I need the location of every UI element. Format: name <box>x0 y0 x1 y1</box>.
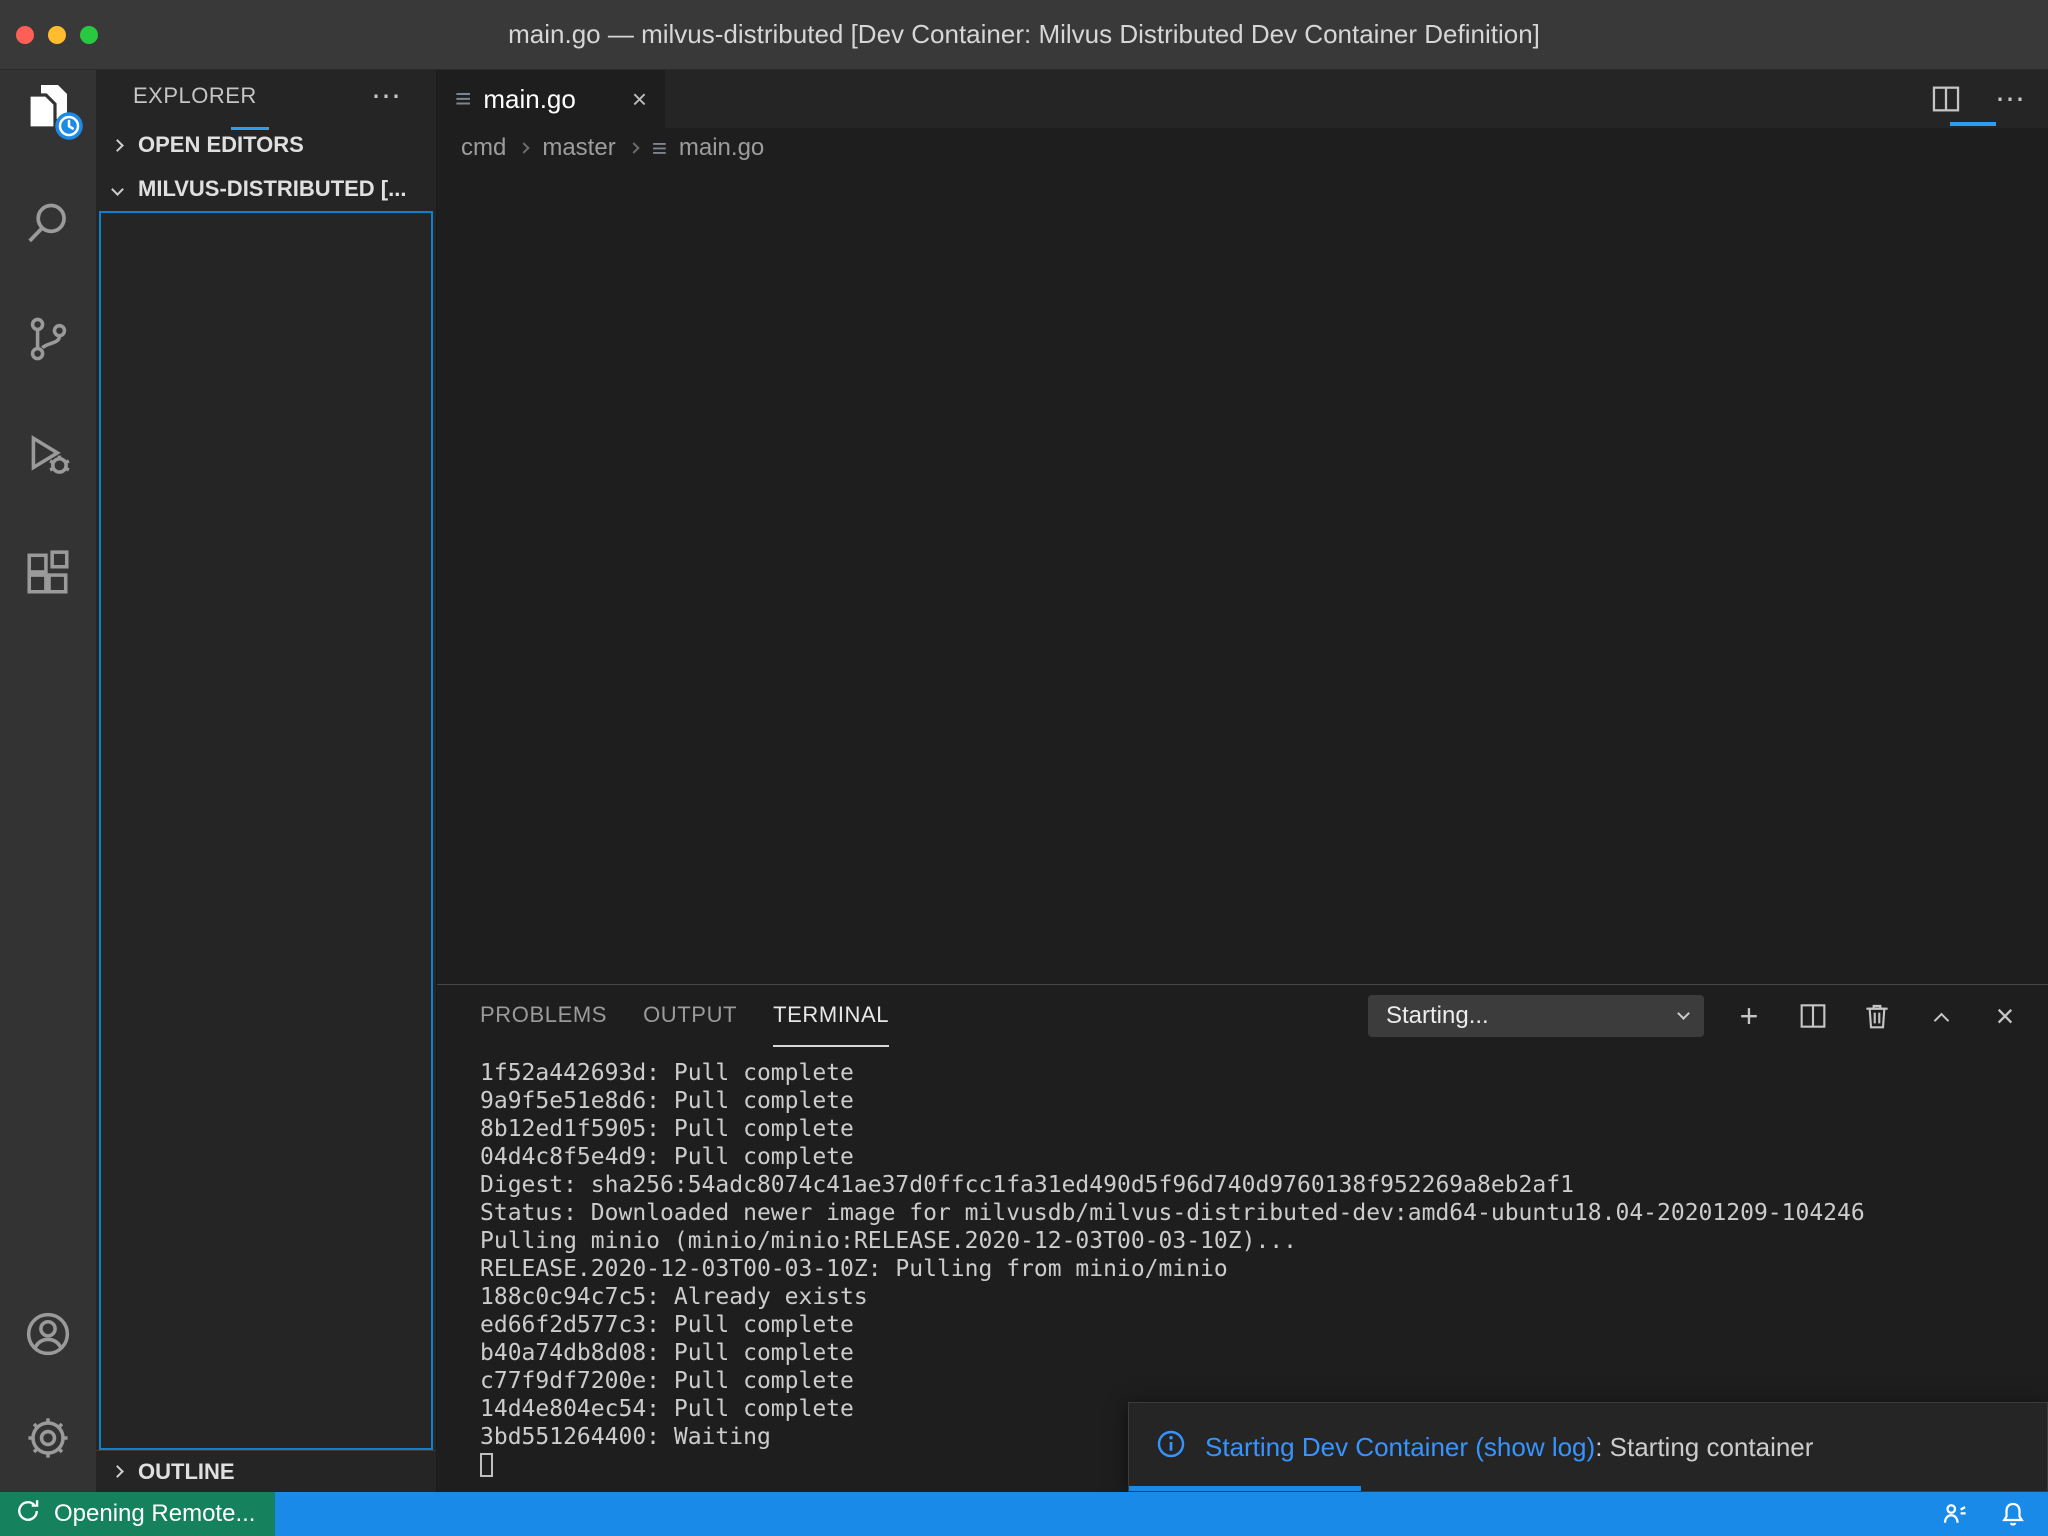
tab-terminal[interactable]: TERMINAL <box>773 985 889 1047</box>
notification-progress-bar <box>1129 1486 1361 1491</box>
notification-message: : Starting container <box>1595 1432 1813 1462</box>
minimize-window-button[interactable] <box>48 26 66 44</box>
tab-output[interactable]: OUTPUT <box>643 985 737 1047</box>
terminal-session-value: Starting... <box>1386 1002 1489 1030</box>
terminal-line: Digest: sha256:54adc8074c41ae37d0ffcc1fa… <box>480 1171 2048 1199</box>
sync-spinner-icon <box>14 1497 42 1532</box>
outline-label: OUTLINE <box>138 1459 235 1485</box>
close-panel-icon[interactable]: × <box>1986 997 2024 1035</box>
traffic-lights <box>16 0 98 69</box>
workspace-label: MILVUS-DISTRIBUTED [... <box>138 176 406 202</box>
go-file-icon: ≡ <box>652 133 667 164</box>
chevron-right-icon <box>111 1465 124 1478</box>
window-title: main.go — milvus-distributed [Dev Contai… <box>508 19 1540 50</box>
run-debug-icon <box>23 431 73 481</box>
terminal-line: b40a74db8d08: Pull complete <box>480 1339 2048 1367</box>
terminal-line: Pulling minio (minio/minio:RELEASE.2020-… <box>480 1227 2048 1255</box>
breadcrumb: cmd master ≡ main.go <box>437 128 2048 168</box>
gear-icon <box>23 1413 73 1463</box>
open-editors-label: OPEN EDITORS <box>138 132 304 158</box>
tab-main-go[interactable]: ≡ main.go × <box>437 70 665 128</box>
file-tree-area[interactable] <box>99 211 433 1450</box>
editor-more-actions-icon[interactable]: ⋯ <box>1990 79 2030 119</box>
clock-badge-icon <box>54 111 84 141</box>
panel-actions: Starting... + <box>1368 995 2024 1037</box>
notification-toast: Starting Dev Container (show log): Start… <box>1128 1402 2048 1492</box>
remote-label: Opening Remote... <box>54 1500 255 1528</box>
remote-indicator[interactable]: Opening Remote... <box>0 1492 275 1536</box>
terminal-line: 188c0c94c7c5: Already exists <box>480 1283 2048 1311</box>
explorer-more-actions-button[interactable]: ⋯ <box>366 76 406 116</box>
zoom-window-button[interactable] <box>80 26 98 44</box>
workspace-section-header[interactable]: MILVUS-DISTRIBUTED [... <box>96 168 436 210</box>
panel-header: PROBLEMS OUTPUT TERMINAL Starting... + <box>437 985 2048 1047</box>
tab-problems[interactable]: PROBLEMS <box>480 985 607 1047</box>
split-editor-icon[interactable] <box>1926 79 1966 119</box>
terminal-line: 1f52a442693d: Pull complete <box>480 1059 2048 1087</box>
editor-actions-active-indicator <box>1950 122 1996 126</box>
chevron-right-icon <box>111 139 124 152</box>
terminal-line: ed66f2d577c3: Pull complete <box>480 1311 2048 1339</box>
notification-show-log-link[interactable]: Starting Dev Container (show log) <box>1205 1432 1595 1462</box>
activity-source-control-button[interactable] <box>0 308 96 370</box>
status-bar-right <box>1940 1499 2048 1529</box>
editor-tab-bar: ≡ main.go × ⋯ <box>437 70 2048 128</box>
source-control-branch-icon <box>23 314 73 364</box>
split-terminal-icon[interactable] <box>1794 997 1832 1035</box>
terminal-line: Status: Downloaded newer image for milvu… <box>480 1199 2048 1227</box>
notifications-bell-icon[interactable] <box>1998 1499 2028 1529</box>
activity-bar <box>0 70 96 1492</box>
terminal-session-select[interactable]: Starting... <box>1368 995 1704 1037</box>
explorer-sidebar: EXPLORER ⋯ OPEN EDITORS MILVUS-DISTRIBUT… <box>96 70 437 1492</box>
editor-content[interactable] <box>437 168 2048 984</box>
feedback-person-icon[interactable] <box>1940 1499 1970 1529</box>
terminal-line: c77f9df7200e: Pull complete <box>480 1367 2048 1395</box>
chevron-up-icon <box>1933 1012 1949 1028</box>
editor-actions: ⋯ <box>1926 70 2030 128</box>
search-icon <box>23 198 73 248</box>
breadcrumb-item-main-go[interactable]: main.go <box>679 134 764 162</box>
breadcrumb-item-master[interactable]: master <box>542 134 615 162</box>
chevron-down-icon <box>111 183 124 196</box>
activity-search-button[interactable] <box>0 192 96 254</box>
terminal-cursor <box>480 1453 493 1477</box>
activity-explorer-button[interactable] <box>0 75 96 137</box>
activity-extensions-button[interactable] <box>0 542 96 604</box>
status-bar: Opening Remote... <box>0 1492 2048 1536</box>
terminal-line: RELEASE.2020-12-03T00-03-10Z: Pulling fr… <box>480 1255 2048 1283</box>
activity-accounts-button[interactable] <box>0 1303 96 1365</box>
activity-run-debug-button[interactable] <box>0 425 96 487</box>
extensions-icon <box>23 548 73 598</box>
chevron-down-icon <box>1677 1007 1690 1020</box>
outline-section-header[interactable]: OUTLINE <box>96 1450 436 1492</box>
tab-close-icon[interactable]: × <box>632 86 647 112</box>
vscode-window: main.go — milvus-distributed [Dev Contai… <box>0 0 2048 1536</box>
terminal-line: 9a9f5e51e8d6: Pull complete <box>480 1087 2048 1115</box>
info-icon <box>1155 1428 1187 1467</box>
go-file-icon: ≡ <box>455 83 471 115</box>
terminal-line: 04d4c8f5e4d9: Pull complete <box>480 1143 2048 1171</box>
account-icon <box>23 1309 73 1359</box>
chevron-right-icon <box>628 142 639 153</box>
chevron-right-icon <box>519 142 530 153</box>
breadcrumb-item-cmd[interactable]: cmd <box>461 134 506 162</box>
editor-area: ≡ main.go × ⋯ cmd master ≡ main.g <box>437 70 2048 1492</box>
kill-terminal-trash-icon[interactable] <box>1858 997 1896 1035</box>
titlebar: main.go — milvus-distributed [Dev Contai… <box>0 0 2048 70</box>
close-window-button[interactable] <box>16 26 34 44</box>
tab-label: main.go <box>483 84 576 115</box>
new-terminal-icon[interactable]: + <box>1730 997 1768 1035</box>
open-editors-section-header[interactable]: OPEN EDITORS <box>96 125 436 165</box>
activity-settings-button[interactable] <box>0 1407 96 1469</box>
terminal-line: 8b12ed1f5905: Pull complete <box>480 1115 2048 1143</box>
maximize-panel-icon[interactable] <box>1922 997 1960 1035</box>
